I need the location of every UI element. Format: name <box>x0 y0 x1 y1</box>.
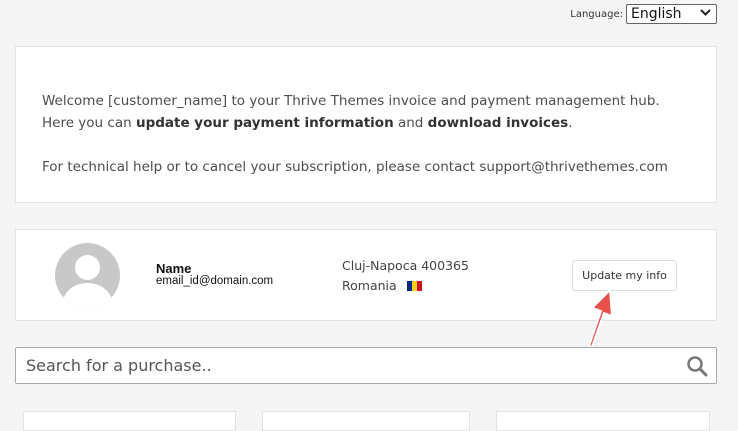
language-selected-value: English <box>631 6 682 22</box>
support-line: For technical help or to cancel your sub… <box>42 159 668 175</box>
address-country-row: Romania <box>342 278 422 293</box>
instructions-prefix: Here you can <box>42 115 136 131</box>
customer-name: Name <box>156 261 192 276</box>
search-bar <box>15 347 717 384</box>
customer-email: email_id@domain.com <box>156 275 274 287</box>
search-input[interactable] <box>16 348 686 383</box>
update-payment-text: update your payment information <box>135 115 394 131</box>
instructions-suffix: . <box>568 115 573 131</box>
purchase-card <box>496 411 710 431</box>
language-switcher: Language: English <box>570 4 717 24</box>
search-icon[interactable] <box>686 355 708 377</box>
purchase-card <box>262 411 470 431</box>
instructions-line: Here you can update your payment informa… <box>42 112 716 134</box>
avatar <box>55 243 120 308</box>
arrow-annotation-icon <box>588 289 613 348</box>
address-country: Romania <box>342 278 397 293</box>
welcome-card: Welcome [customer_name] to your Thrive T… <box>15 46 717 203</box>
welcome-line: Welcome [customer_name] to your Thrive T… <box>42 93 660 109</box>
romania-flag-icon <box>406 280 422 291</box>
language-label: Language: <box>570 8 623 20</box>
chevron-down-icon <box>700 9 711 19</box>
language-select[interactable]: English <box>626 4 717 24</box>
address-city: Cluj-Napoca 400365 <box>342 258 469 273</box>
purchase-card <box>23 411 236 431</box>
download-invoices-text: download invoices <box>427 115 569 131</box>
instructions-mid: and <box>393 115 428 131</box>
